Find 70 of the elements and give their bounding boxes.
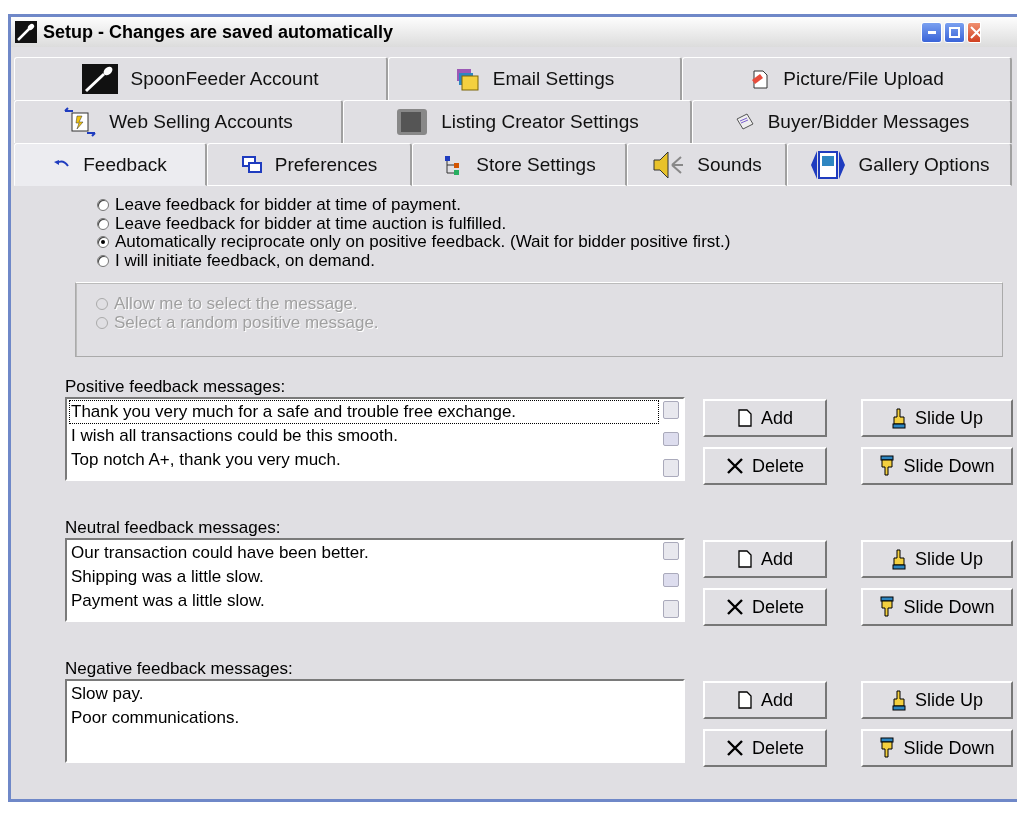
- hand-down-icon: [879, 596, 896, 618]
- delete-button[interactable]: Delete: [703, 729, 827, 767]
- tab[interactable]: Sounds: [627, 143, 787, 186]
- window-title: Setup - Changes are saved automatically: [43, 21, 394, 43]
- page-icon: [737, 691, 753, 709]
- hand-down-icon: [879, 737, 896, 759]
- add-button[interactable]: Add: [703, 399, 827, 437]
- tab[interactable]: Preferences: [207, 143, 412, 186]
- minimize-button[interactable]: [921, 21, 942, 43]
- monitor-icon: [395, 107, 430, 137]
- list-item[interactable]: Thank you very much for a safe and trouble free exchange.: [69, 400, 659, 424]
- close-button[interactable]: [967, 21, 981, 43]
- close-icon: [726, 598, 744, 616]
- slide-up-button[interactable]: Slide Up: [861, 681, 1013, 719]
- radio-label: I will initiate feedback, on demand.: [115, 250, 375, 271]
- list-item[interactable]: Payment was a little slow.: [69, 589, 659, 613]
- add-button[interactable]: Add: [703, 540, 827, 578]
- list-label: Neutral feedback messages:: [65, 518, 282, 538]
- windows-icon: [240, 154, 263, 175]
- close-icon: [968, 25, 980, 39]
- list-item[interactable]: Poor communications.: [69, 706, 681, 730]
- radio-label: Select a random positive message.: [114, 312, 379, 333]
- list-label: Negative feedback messages:: [65, 659, 294, 679]
- delete-button[interactable]: Delete: [703, 447, 827, 485]
- spoon-icon: [82, 64, 119, 94]
- arrows-icon: [63, 105, 98, 139]
- list-label: Positive feedback messages:: [65, 377, 287, 397]
- close-icon: [726, 739, 744, 757]
- radio-label: Automatically reciprocate only on positive feedback. (Wait for bidder positive first.): [115, 232, 731, 253]
- tab[interactable]: SpoonFeeder Account: [14, 57, 388, 100]
- folders-icon: [454, 66, 481, 92]
- radio-button[interactable]: [97, 236, 109, 249]
- hand-up-icon: [890, 407, 907, 429]
- tab[interactable]: Email Settings: [388, 57, 682, 100]
- hand-up-icon: [890, 689, 907, 711]
- radio-label: Leave feedback for bidder at time of payment.: [115, 195, 461, 216]
- page-icon: [737, 550, 753, 568]
- tab[interactable]: Store Settings: [412, 143, 627, 186]
- tab[interactable]: Picture/File Upload: [682, 57, 1012, 100]
- list-item[interactable]: Our transaction could have been better.: [69, 541, 659, 565]
- slide-up-button[interactable]: Slide Up: [861, 540, 1013, 578]
- add-button[interactable]: Add: [703, 681, 827, 719]
- slide-down-button[interactable]: Slide Down: [861, 729, 1013, 767]
- hand-down-icon: [879, 455, 896, 477]
- radio-button[interactable]: [97, 199, 109, 212]
- radio-label: Leave feedback for bidder at time auction is fulfilled.: [115, 213, 507, 234]
- message-list[interactable]: Our transaction could have been better. Shipping was a little slow. Payment was a little slow.: [65, 538, 685, 622]
- maximize-button[interactable]: [944, 21, 965, 43]
- maximize-icon: [949, 26, 960, 38]
- tab[interactable]: Buyer/Bidder Messages: [692, 100, 1012, 143]
- tab[interactable]: Listing Creator Settings: [343, 100, 692, 143]
- tab[interactable]: Feedback: [14, 143, 207, 186]
- radio-label: Allow me to select the message.: [114, 294, 358, 315]
- tab[interactable]: Gallery Options: [787, 143, 1012, 186]
- message-list[interactable]: Thank you very much for a safe and trouble free exchange. I wish all transactions could be this smooth. Top notch A+, thank you very much.: [65, 397, 685, 481]
- minimize-icon: [927, 30, 936, 34]
- hand-up-icon: [890, 548, 907, 570]
- spoon-icon: [15, 21, 37, 43]
- list-item[interactable]: Slow pay.: [69, 682, 681, 706]
- close-icon: [726, 457, 744, 475]
- slide-up-button[interactable]: Slide Up: [861, 399, 1013, 437]
- list-item[interactable]: Top notch A+, thank you very much.: [69, 448, 659, 472]
- page-icon: [737, 409, 753, 427]
- list-item[interactable]: I wish all transactions could be this smooth.: [69, 424, 659, 448]
- tab[interactable]: Web Selling Accounts: [14, 100, 343, 143]
- message-list[interactable]: Slow pay. Poor communications.: [65, 679, 685, 763]
- delete-button[interactable]: Delete: [703, 588, 827, 626]
- list-item[interactable]: Shipping was a little slow.: [69, 565, 659, 589]
- slide-down-button[interactable]: Slide Down: [861, 447, 1013, 485]
- slide-down-button[interactable]: Slide Down: [861, 588, 1013, 626]
